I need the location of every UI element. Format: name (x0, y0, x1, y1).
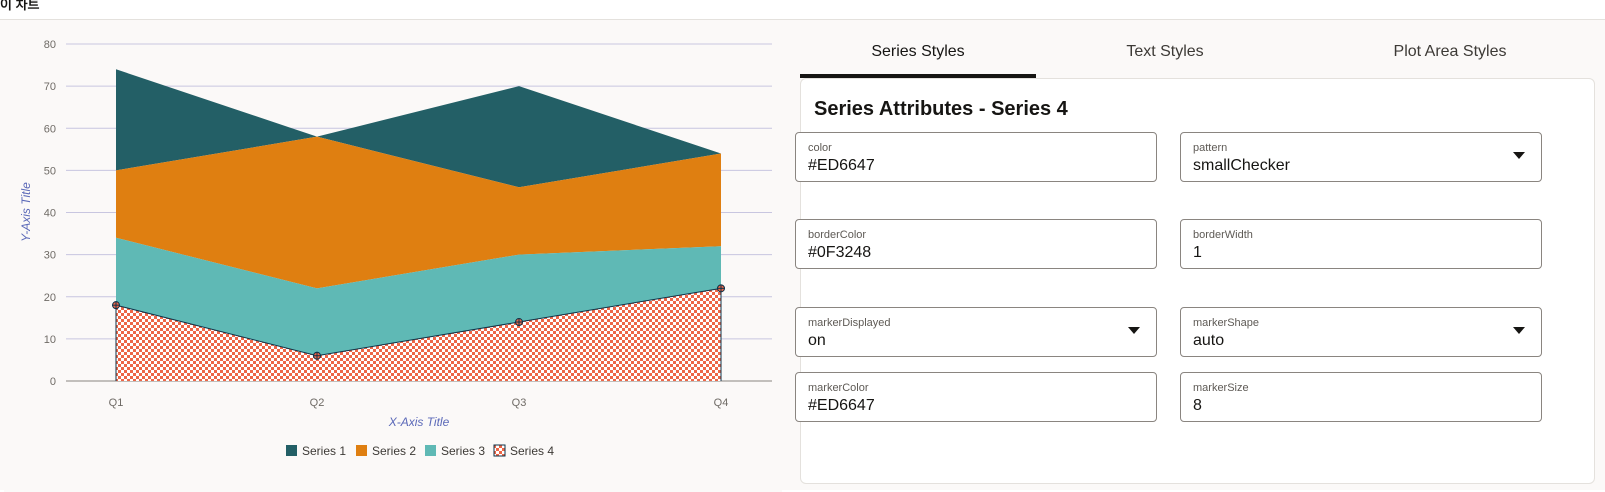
y-tick-label: 20 (44, 292, 56, 304)
marker-size-field[interactable]: markerSize 8 (1180, 372, 1542, 422)
y-tick-label: 50 (44, 165, 56, 177)
x-tick-label: Q4 (714, 397, 729, 409)
x-tick-label: Q2 (310, 397, 325, 409)
marker-displayed-select-label: markerDisplayed (808, 317, 891, 329)
border-color-field[interactable]: borderColor #0F3248 (795, 219, 1157, 269)
legend-swatch-3 (425, 445, 436, 456)
legend-swatch-1 (286, 445, 297, 456)
y-tick-label: 10 (44, 334, 56, 346)
border-width-field-value: 1 (1193, 244, 1202, 261)
legend-label-3: Series 3 (441, 444, 485, 458)
tab-plot-area-styles-label: Plot Area Styles (1393, 43, 1507, 60)
marker-displayed-select[interactable]: markerDisplayed on (795, 307, 1157, 357)
pattern-select-label: pattern (1193, 142, 1228, 154)
style-tabs: Series Styles Text Styles Plot Area Styl… (800, 20, 1595, 78)
y-axis-title: Y-Axis Title (19, 182, 33, 242)
tab-series-styles[interactable]: Series Styles (800, 20, 1036, 78)
marker-shape-select-value: auto (1193, 332, 1225, 349)
x-tick-label: Q3 (512, 397, 527, 409)
x-axis-title: X-Axis Title (388, 415, 450, 429)
legend-swatch-2 (356, 445, 367, 456)
pattern-select-value: smallChecker (1193, 157, 1290, 174)
color-field-label: color (808, 142, 832, 154)
y-tick-label: 60 (44, 123, 56, 135)
y-tick-label: 30 (44, 250, 56, 262)
chevron-down-icon[interactable] (1513, 327, 1525, 334)
legend-label-2: Series 2 (372, 444, 416, 458)
area-chart: 0 10 20 30 40 50 60 70 80 Q1 Q2 Q3 Q4 X-Axis Title Y-A… (19, 39, 772, 458)
tab-series-styles-label: Series Styles (871, 43, 965, 60)
pattern-select[interactable]: pattern smallChecker (1180, 132, 1542, 182)
y-tick-label: 40 (44, 208, 56, 220)
marker-size-field-label: markerSize (1193, 382, 1249, 394)
legend-swatch-4 (493, 444, 506, 457)
marker-size-field-value: 8 (1193, 397, 1202, 414)
series-attributes-card: Series Attributes - Series 4 color #ED66… (795, 78, 1595, 484)
legend-label-1: Series 1 (302, 444, 346, 458)
marker-color-field-value: #ED6647 (808, 397, 875, 414)
tab-text-styles[interactable]: Text Styles (1045, 20, 1285, 76)
y-tick-label: 0 (50, 376, 56, 388)
series-attributes-title: Series Attributes - Series 4 (814, 98, 1068, 120)
x-tick-label: Q1 (109, 397, 124, 409)
border-color-field-label: borderColor (808, 229, 867, 241)
marker-displayed-select-value: on (808, 332, 826, 349)
marker-shape-select[interactable]: markerShape auto (1180, 307, 1542, 357)
border-width-field-label: borderWidth (1193, 229, 1253, 241)
border-width-field[interactable]: borderWidth 1 (1180, 219, 1542, 269)
page-header-label: 이 차트 (0, 0, 40, 12)
area-chart-container: 0 10 20 30 40 50 60 70 80 Q1 Q2 Q3 Q4 X-Axis Title Y-A… (4, 22, 782, 492)
y-tick-label: 80 (44, 39, 56, 51)
marker-color-field[interactable]: markerColor #ED6647 (795, 372, 1157, 422)
y-tick-label: 70 (44, 81, 56, 93)
legend-label-4: Series 4 (510, 444, 554, 458)
chevron-down-icon[interactable] (1513, 152, 1525, 159)
color-field[interactable]: color #ED6647 (795, 132, 1157, 182)
marker-shape-select-label: markerShape (1193, 317, 1260, 329)
color-field-value: #ED6647 (808, 157, 875, 174)
border-color-field-value: #0F3248 (808, 244, 872, 261)
tab-text-styles-label: Text Styles (1126, 43, 1204, 60)
marker-color-field-label: markerColor (808, 382, 869, 394)
chevron-down-icon[interactable] (1128, 327, 1140, 334)
tab-plot-area-styles[interactable]: Plot Area Styles (1305, 20, 1595, 76)
